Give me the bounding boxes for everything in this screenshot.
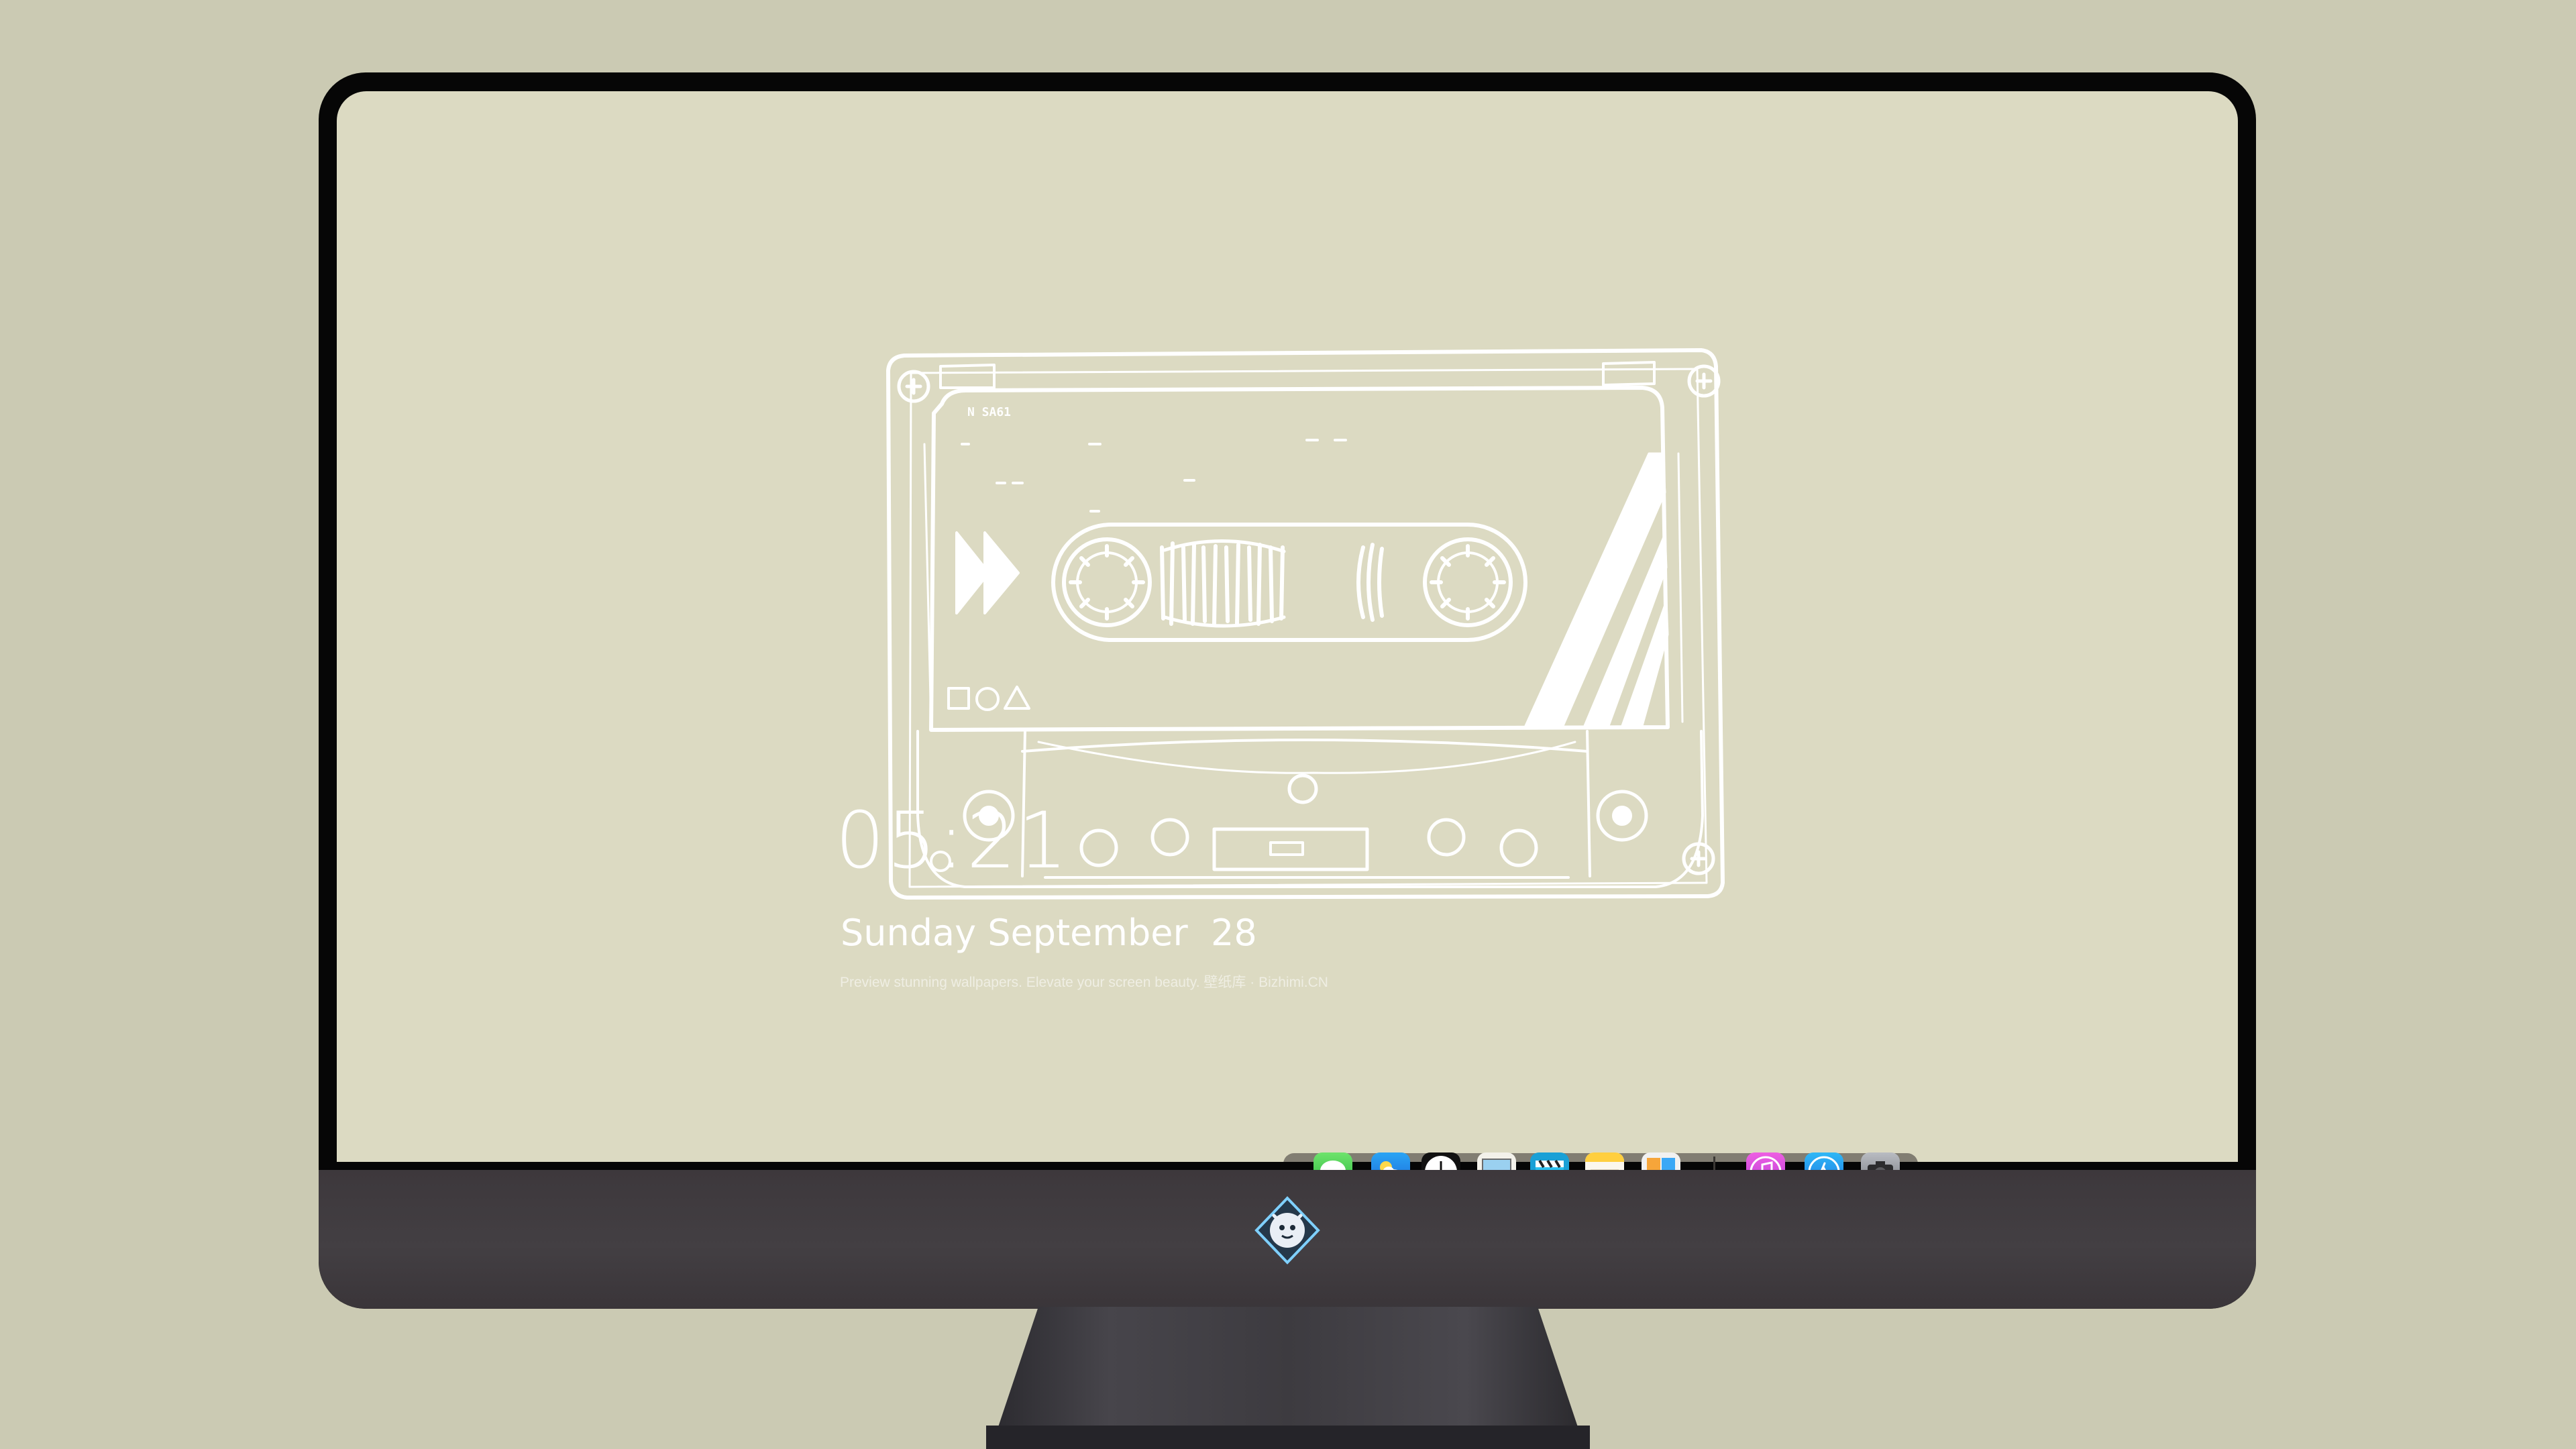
lockscreen-time: 05:21 bbox=[835, 796, 1070, 886]
monitor: N SA61 05:21 Sunday September 28 Preview… bbox=[319, 72, 2256, 1309]
cassette-label-text: N SA61 bbox=[967, 405, 1011, 419]
monitor-bezel: N SA61 05:21 Sunday September 28 Preview… bbox=[319, 72, 2256, 1309]
monitor-stand-base bbox=[986, 1426, 1590, 1449]
desktop-screen: N SA61 05:21 Sunday September 28 Preview… bbox=[337, 91, 2238, 1162]
dragon-mascot-logo bbox=[1254, 1196, 1320, 1265]
monitor-chin bbox=[319, 1170, 2256, 1309]
lockscreen-date: Sunday September 28 bbox=[841, 912, 1257, 954]
lockscreen-tagline: Preview stunning wallpapers. Elevate you… bbox=[840, 975, 1328, 990]
